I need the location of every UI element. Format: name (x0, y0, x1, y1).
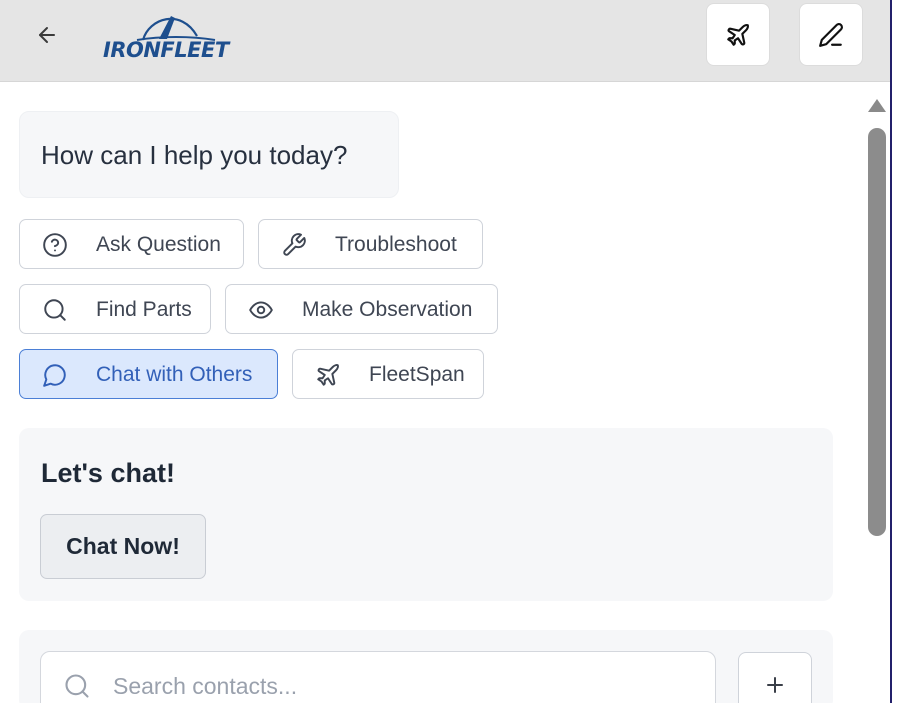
chat-card-title: Let's chat! (41, 458, 175, 488)
troubleshoot-label: Troubleshoot (335, 233, 457, 256)
pencil-icon (819, 22, 844, 47)
ironfleet-logo: IRONFLEET (101, 6, 243, 64)
scrollbar-thumb[interactable] (868, 128, 886, 536)
make-observation-button[interactable]: Make Observation (225, 284, 498, 334)
contacts-search-input[interactable] (113, 668, 693, 703)
wrench-icon (283, 233, 306, 256)
chat-with-others-button[interactable]: Chat with Others (19, 349, 278, 399)
add-contact-button[interactable] (738, 652, 812, 703)
fleetspan-button[interactable]: FleetSpan (292, 349, 484, 399)
greeting-text: How can I help you today? (41, 140, 348, 170)
logo-text: IRONFLEET (103, 38, 229, 62)
help-circle-icon (43, 233, 67, 257)
plane-icon (317, 364, 339, 386)
fleetspan-label: FleetSpan (369, 363, 465, 386)
contacts-panel (19, 630, 833, 703)
chat-bubble-icon (43, 364, 66, 387)
search-icon (65, 674, 89, 698)
plane-icon (727, 23, 750, 46)
search-icon (44, 299, 66, 321)
find-parts-label: Find Parts (96, 298, 192, 321)
new-chat-button[interactable] (799, 3, 863, 66)
app-header: IRONFLEET (0, 0, 890, 82)
fleetspan-header-button[interactable] (706, 3, 770, 66)
scroll-up-arrow[interactable] (868, 99, 886, 112)
chat-with-others-label: Chat with Others (96, 363, 253, 386)
find-parts-button[interactable]: Find Parts (19, 284, 211, 334)
back-button[interactable] (30, 19, 64, 51)
ask-question-label: Ask Question (96, 233, 221, 256)
plus-icon (767, 677, 783, 693)
troubleshoot-button[interactable]: Troubleshoot (258, 219, 483, 269)
chat-now-button[interactable]: Chat Now! (40, 514, 206, 579)
greeting-bubble: How can I help you today? (19, 111, 399, 198)
window-edge (890, 0, 909, 703)
make-observation-label: Make Observation (302, 298, 473, 321)
ask-question-button[interactable]: Ask Question (19, 219, 244, 269)
chat-card: Let's chat! Chat Now! (19, 428, 833, 601)
eye-icon (249, 301, 273, 319)
contacts-search-box (40, 651, 716, 703)
arrow-left-icon (39, 27, 55, 43)
